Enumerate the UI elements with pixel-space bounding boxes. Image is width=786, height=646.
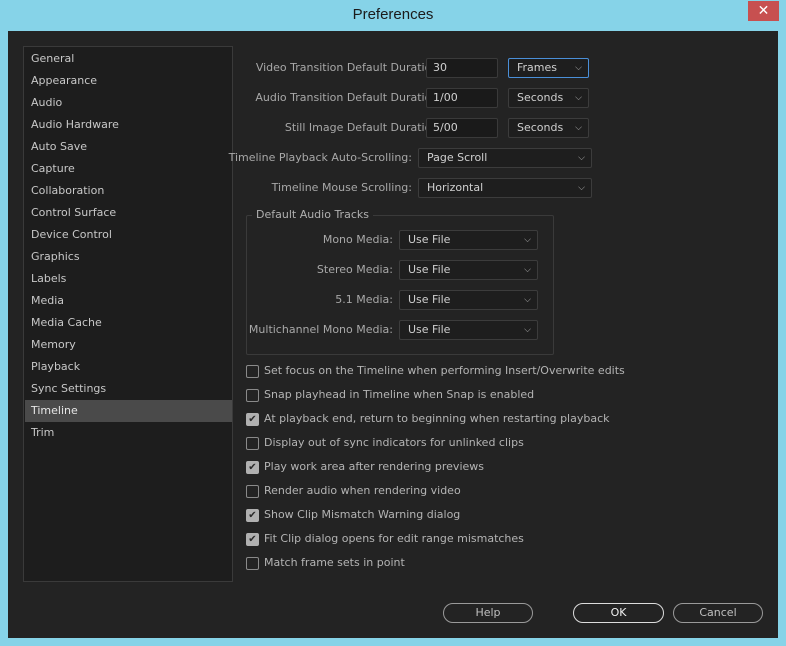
checkmark-icon: ✔ bbox=[248, 533, 257, 545]
checkbox-option[interactable]: ✔ Play work area after rendering previews bbox=[246, 460, 484, 476]
unit-value: Frames bbox=[517, 61, 558, 74]
window-title: Preferences bbox=[352, 6, 434, 23]
sidebar-item-timeline[interactable]: Timeline bbox=[25, 400, 232, 422]
checkbox-option[interactable]: Display out of sync indicators for unlin… bbox=[246, 436, 524, 452]
audio-track-value: Use File bbox=[408, 263, 451, 276]
sidebar-item-sync-settings[interactable]: Sync Settings bbox=[25, 378, 232, 400]
checkbox-unchecked[interactable] bbox=[246, 556, 259, 570]
checkbox-unchecked[interactable] bbox=[246, 364, 259, 378]
checkbox-checked[interactable]: ✔ bbox=[246, 412, 259, 426]
checkbox-unchecked[interactable] bbox=[246, 484, 259, 498]
audio-track-value: Use File bbox=[408, 293, 451, 306]
audio-track-dropdown[interactable]: Use File ⌵ bbox=[399, 290, 538, 310]
scrolling-label: Timeline Playback Auto-Scrolling: bbox=[228, 151, 412, 164]
checkbox-checked[interactable]: ✔ bbox=[246, 532, 259, 546]
scrolling-value: Horizontal bbox=[427, 181, 484, 194]
checkbox-option[interactable]: ✔ Show Clip Mismatch Warning dialog bbox=[246, 508, 460, 524]
sidebar-item-appearance[interactable]: Appearance bbox=[25, 70, 232, 92]
checkbox-label: Display out of sync indicators for unlin… bbox=[264, 436, 524, 449]
sidebar-item-labels[interactable]: Labels bbox=[25, 268, 232, 290]
help-button[interactable]: Help bbox=[443, 603, 533, 623]
checkbox-label: Set focus on the Timeline when performin… bbox=[264, 364, 625, 377]
checkbox-option[interactable]: Render audio when rendering video bbox=[246, 484, 461, 500]
scrolling-dropdown[interactable]: Page Scroll ⌵ bbox=[418, 148, 592, 168]
group-title: Default Audio Tracks bbox=[252, 208, 373, 221]
ok-button[interactable]: OK bbox=[573, 603, 664, 623]
chevron-down-icon: ⌵ bbox=[524, 235, 531, 245]
audio-track-label: 5.1 Media: bbox=[335, 293, 393, 306]
sidebar-item-trim[interactable]: Trim bbox=[25, 422, 232, 444]
chevron-down-icon: ⌵ bbox=[524, 265, 531, 275]
category-list: General Appearance Audio Audio Hardware Auto… bbox=[23, 46, 233, 582]
title-bar: Preferences ✕ bbox=[0, 0, 786, 31]
chevron-down-icon: ⌵ bbox=[578, 153, 585, 163]
checkbox-option[interactable]: Match frame sets in point bbox=[246, 556, 405, 572]
sidebar-item-collaboration[interactable]: Collaboration bbox=[25, 180, 232, 202]
dialog-body: General Appearance Audio Audio Hardware Auto… bbox=[8, 31, 778, 638]
checkbox-label: Render audio when rendering video bbox=[264, 484, 461, 497]
sidebar-item-audio-hardware[interactable]: Audio Hardware bbox=[25, 114, 232, 136]
checkbox-label: Fit Clip dialog opens for edit range mis… bbox=[264, 532, 524, 545]
checkbox-checked[interactable]: ✔ bbox=[246, 460, 259, 474]
audio-track-dropdown[interactable]: Use File ⌵ bbox=[399, 230, 538, 250]
unit-value: Seconds bbox=[517, 91, 564, 104]
checkbox-label: At playback end, return to beginning whe… bbox=[264, 412, 610, 425]
sidebar-item-media-cache[interactable]: Media Cache bbox=[25, 312, 232, 334]
checkbox-option[interactable]: ✔ At playback end, return to beginning wh… bbox=[246, 412, 610, 428]
sidebar-item-memory[interactable]: Memory bbox=[25, 334, 232, 356]
audio-track-label: Stereo Media: bbox=[316, 263, 393, 276]
duration-input[interactable]: 1/00 bbox=[426, 88, 498, 108]
sidebar-item-media[interactable]: Media bbox=[25, 290, 232, 312]
chevron-down-icon: ⌵ bbox=[575, 123, 582, 133]
chevron-down-icon: ⌵ bbox=[524, 295, 531, 305]
duration-input[interactable]: 30 bbox=[426, 58, 498, 78]
checkmark-icon: ✔ bbox=[248, 461, 257, 473]
sidebar-item-general[interactable]: General bbox=[25, 48, 232, 70]
checkbox-label: Show Clip Mismatch Warning dialog bbox=[264, 508, 461, 521]
sidebar-item-graphics[interactable]: Graphics bbox=[25, 246, 232, 268]
chevron-down-icon: ⌵ bbox=[575, 63, 582, 73]
checkbox-unchecked[interactable] bbox=[246, 436, 259, 450]
audio-track-dropdown[interactable]: Use File ⌵ bbox=[399, 320, 538, 340]
audio-track-dropdown[interactable]: Use File ⌵ bbox=[399, 260, 538, 280]
duration-label: Video Transition Default Duration: bbox=[255, 61, 442, 74]
checkbox-label: Snap playhead in Timeline when Snap is e… bbox=[264, 388, 535, 401]
audio-track-value: Use File bbox=[408, 323, 451, 336]
sidebar-item-auto-save[interactable]: Auto Save bbox=[25, 136, 232, 158]
unit-value: Seconds bbox=[517, 121, 564, 134]
checkbox-label: Match frame sets in point bbox=[264, 556, 405, 569]
checkmark-icon: ✔ bbox=[248, 413, 257, 425]
chevron-down-icon: ⌵ bbox=[578, 183, 585, 193]
audio-track-label: Multichannel Mono Media: bbox=[248, 323, 393, 336]
sidebar-item-capture[interactable]: Capture bbox=[25, 158, 232, 180]
checkbox-unchecked[interactable] bbox=[246, 388, 259, 402]
sidebar-item-control-surface[interactable]: Control Surface bbox=[25, 202, 232, 224]
unit-dropdown[interactable]: Seconds ⌵ bbox=[508, 118, 589, 138]
checkbox-option[interactable]: ✔ Fit Clip dialog opens for edit range mi… bbox=[246, 532, 524, 548]
checkbox-option[interactable]: Set focus on the Timeline when performin… bbox=[246, 364, 625, 380]
checkbox-option[interactable]: Snap playhead in Timeline when Snap is e… bbox=[246, 388, 534, 404]
close-button[interactable]: ✕ bbox=[748, 1, 779, 21]
checkbox-label: Play work area after rendering previews bbox=[264, 460, 484, 473]
scrolling-dropdown[interactable]: Horizontal ⌵ bbox=[418, 178, 592, 198]
sidebar-item-device-control[interactable]: Device Control bbox=[25, 224, 232, 246]
scrolling-value: Page Scroll bbox=[427, 151, 488, 164]
sidebar-item-audio[interactable]: Audio bbox=[25, 92, 232, 114]
chevron-down-icon: ⌵ bbox=[524, 325, 531, 335]
chevron-down-icon: ⌵ bbox=[575, 93, 582, 103]
sidebar-item-playback[interactable]: Playback bbox=[25, 356, 232, 378]
checkmark-icon: ✔ bbox=[248, 509, 257, 521]
cancel-button[interactable]: Cancel bbox=[673, 603, 763, 623]
scrolling-label: Timeline Mouse Scrolling: bbox=[271, 181, 412, 194]
duration-label: Audio Transition Default Duration: bbox=[255, 91, 442, 104]
unit-dropdown[interactable]: Frames ⌵ bbox=[508, 58, 589, 78]
duration-input[interactable]: 5/00 bbox=[426, 118, 498, 138]
duration-label: Still Image Default Duration: bbox=[284, 121, 442, 134]
audio-track-label: Mono Media: bbox=[322, 233, 393, 246]
unit-dropdown[interactable]: Seconds ⌵ bbox=[508, 88, 589, 108]
checkbox-checked[interactable]: ✔ bbox=[246, 508, 259, 522]
audio-track-value: Use File bbox=[408, 233, 451, 246]
